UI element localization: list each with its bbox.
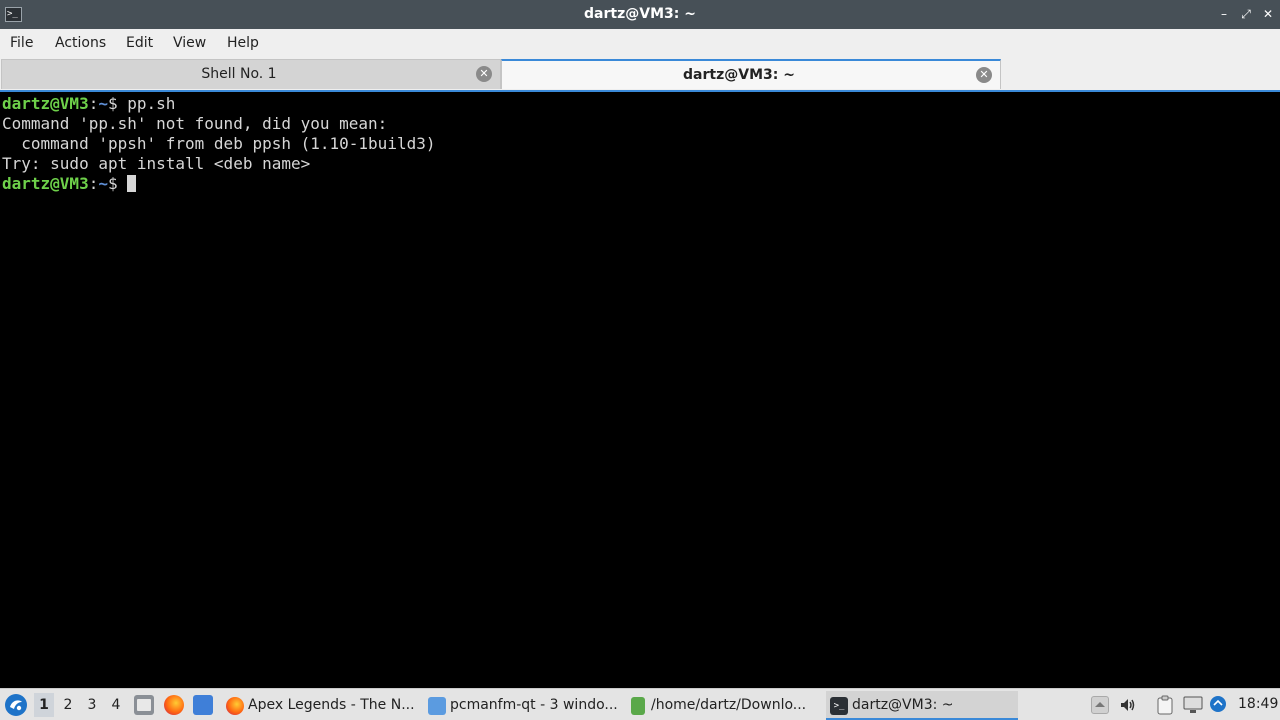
task-label: Apex Legends - The N... — [248, 697, 415, 713]
tab-close-icon[interactable]: ✕ — [976, 67, 992, 83]
prompt-user: dartz@VM3 — [2, 94, 89, 113]
tab-close-icon[interactable]: ✕ — [476, 66, 492, 82]
file-manager-icon-body — [137, 699, 151, 711]
terminal-output-line: Try: sudo apt install <deb name> — [2, 154, 311, 173]
show-desktop-icon[interactable] — [193, 695, 213, 715]
lubuntu-start-icon[interactable] — [4, 693, 28, 717]
terminal-area[interactable]: dartz@VM3:~$ pp.sh Command 'pp.sh' not f… — [0, 90, 1280, 688]
menu-edit[interactable]: Edit — [126, 29, 153, 57]
menu-view[interactable]: View — [173, 29, 206, 57]
folder-icon — [428, 697, 446, 715]
terminal-icon: >_ — [830, 697, 848, 715]
command-text: pp.sh — [127, 94, 176, 113]
tab-label: Shell No. 1 — [201, 66, 277, 82]
task-downloads-archive[interactable]: /home/dartz/Downlo... — [629, 691, 819, 720]
menu-help[interactable]: Help — [227, 29, 259, 57]
desktop-switch-2[interactable]: 2 — [58, 693, 78, 717]
terminal-output-line: Command 'pp.sh' not found, did you mean: — [2, 114, 388, 133]
terminal-output-line: command 'ppsh' from deb ppsh (1.10-1buil… — [2, 134, 436, 153]
text-cursor — [127, 175, 137, 192]
tab-label: dartz@VM3: ~ — [683, 67, 795, 83]
menu-actions[interactable]: Actions — [55, 29, 106, 57]
task-label: pcmanfm-qt - 3 windo... — [450, 697, 618, 713]
desktop-switch-1[interactable]: 1 — [34, 693, 54, 717]
task-label: /home/dartz/Downlo... — [651, 697, 807, 713]
prompt-sep: : — [88, 174, 99, 193]
maximize-button[interactable]: ⤢ — [1238, 6, 1254, 22]
window-title: dartz@VM3: ~ — [584, 6, 696, 22]
prompt-path: ~ — [98, 94, 108, 113]
firefox-icon — [226, 697, 244, 715]
close-button[interactable]: ✕ — [1260, 6, 1276, 22]
menu-bar: File Actions Edit View Help — [0, 29, 1280, 57]
taskbar: 1 2 3 4 Apex Legends - The N... pcmanfm-… — [0, 688, 1280, 720]
tab-shell-no-1[interactable]: Shell No. 1 ✕ — [1, 59, 501, 89]
clipboard-icon[interactable] — [1156, 695, 1174, 715]
network-icon[interactable] — [1209, 695, 1227, 713]
clock[interactable]: 18:49 — [1238, 689, 1278, 720]
prompt-symbol: $ — [107, 94, 128, 113]
firefox-icon[interactable] — [164, 695, 184, 715]
volume-icon[interactable] — [1119, 696, 1137, 714]
terminal-line: dartz@VM3:~$ — [2, 174, 137, 194]
desktop-switch-4[interactable]: 4 — [106, 693, 126, 717]
prompt-sep: : — [88, 94, 99, 113]
arrow-up-icon — [1095, 702, 1105, 707]
terminal-line: dartz@VM3:~$ pp.sh — [2, 94, 175, 114]
minimize-button[interactable]: – — [1216, 6, 1232, 22]
archive-icon — [631, 697, 645, 715]
task-label: dartz@VM3: ~ — [852, 697, 954, 713]
file-manager-icon[interactable] — [134, 695, 154, 715]
desktop-switch-3[interactable]: 3 — [82, 693, 102, 717]
tab-bar: Shell No. 1 ✕ dartz@VM3: ~ ✕ — [0, 57, 1280, 90]
task-pcmanfm[interactable]: pcmanfm-qt - 3 windo... — [428, 691, 618, 720]
display-icon[interactable] — [1183, 696, 1203, 714]
tray-up-arrow-icon[interactable] — [1091, 696, 1109, 714]
tab-dartz-vm3[interactable]: dartz@VM3: ~ ✕ — [501, 59, 1001, 89]
window-titlebar[interactable]: >_ dartz@VM3: ~ – ⤢ ✕ — [0, 0, 1280, 29]
task-apex-legends[interactable]: Apex Legends - The N... — [226, 691, 416, 720]
task-terminal[interactable]: >_ dartz@VM3: ~ — [826, 691, 1018, 720]
prompt-user: dartz@VM3 — [2, 174, 89, 193]
menu-file[interactable]: File — [10, 29, 33, 57]
prompt-symbol: $ — [107, 174, 128, 193]
prompt-path: ~ — [98, 174, 108, 193]
